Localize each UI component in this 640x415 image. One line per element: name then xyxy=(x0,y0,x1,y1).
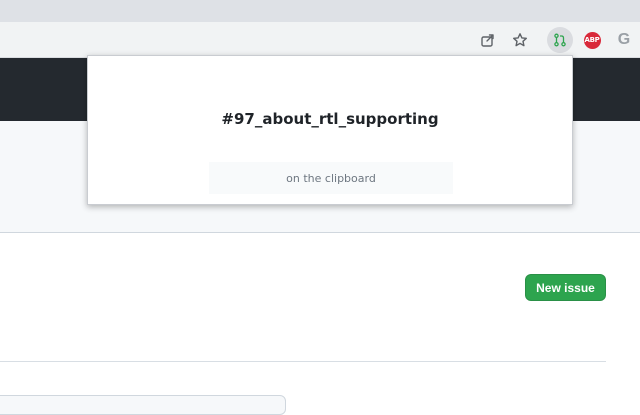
address-bar[interactable] xyxy=(0,27,540,53)
adblock-plus-badge: ABP xyxy=(583,31,601,49)
content-divider xyxy=(0,361,606,362)
adblock-plus-icon[interactable]: ABP xyxy=(579,27,605,53)
extension-popup: #97_about_rtl_supporting on the clipboar… xyxy=(87,55,573,205)
google-letter: G xyxy=(617,31,631,48)
share-icon[interactable] xyxy=(475,27,501,53)
browser-toolbar: ABP G xyxy=(0,22,640,58)
clipboard-status: on the clipboard xyxy=(209,162,453,194)
bookmark-star-icon[interactable] xyxy=(507,27,533,53)
browser-tab-strip xyxy=(0,0,640,22)
new-issue-button[interactable]: New issue xyxy=(525,274,606,301)
google-icon[interactable]: G xyxy=(611,27,637,53)
branch-name[interactable]: #97_about_rtl_supporting xyxy=(88,110,572,128)
issues-filter-input[interactable] xyxy=(0,395,286,415)
pull-request-extension-icon[interactable] xyxy=(547,27,573,53)
